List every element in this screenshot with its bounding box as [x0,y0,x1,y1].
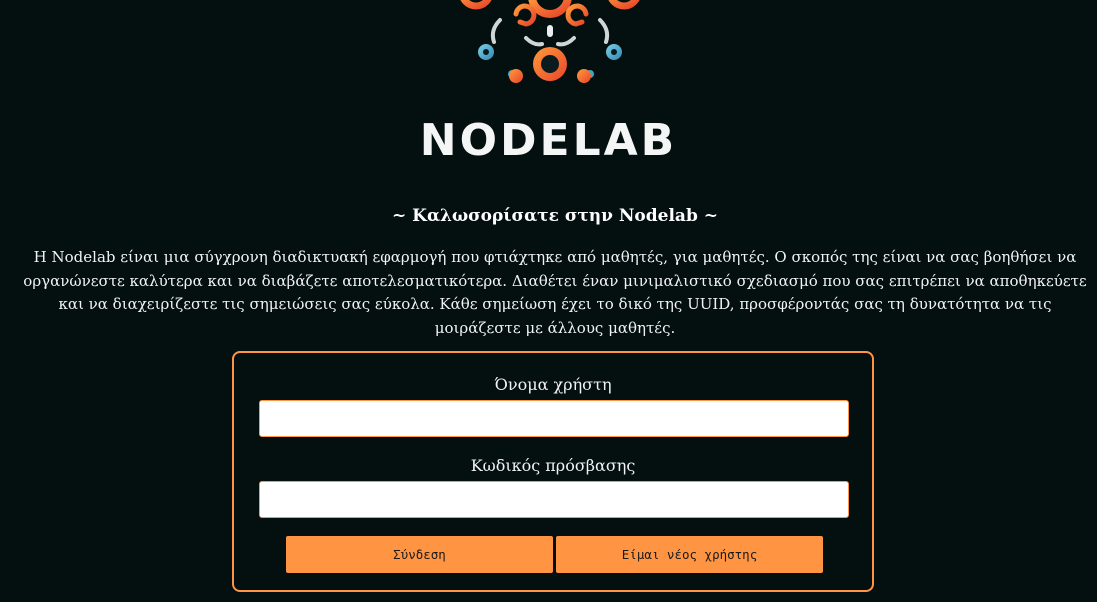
new-user-button[interactable]: Είμαι νέος χρήστης [556,536,823,573]
login-form: Όνομα χρήστη Κωδικός πρόσβασης Σύνδεση Ε… [232,351,874,592]
username-input[interactable] [259,400,849,437]
password-input[interactable] [259,481,849,518]
intro-text: Η Nodelab είναι μια σύγχρονη διαδικτυακή… [23,248,1087,337]
login-page: NODELAB ~ Καλωσορίσατε στην Nodelab ~ Η … [0,0,1097,602]
password-label: Κωδικός πρόσβασης [470,456,636,475]
username-label: Όνομα χρήστη [494,375,612,394]
nodelab-logo-icon [460,0,640,83]
login-button[interactable]: Σύνδεση [286,536,553,573]
brand-name: NODELAB [419,115,678,166]
welcome-title: ~ Καλωσορίσατε στην Nodelab ~ [392,206,718,226]
